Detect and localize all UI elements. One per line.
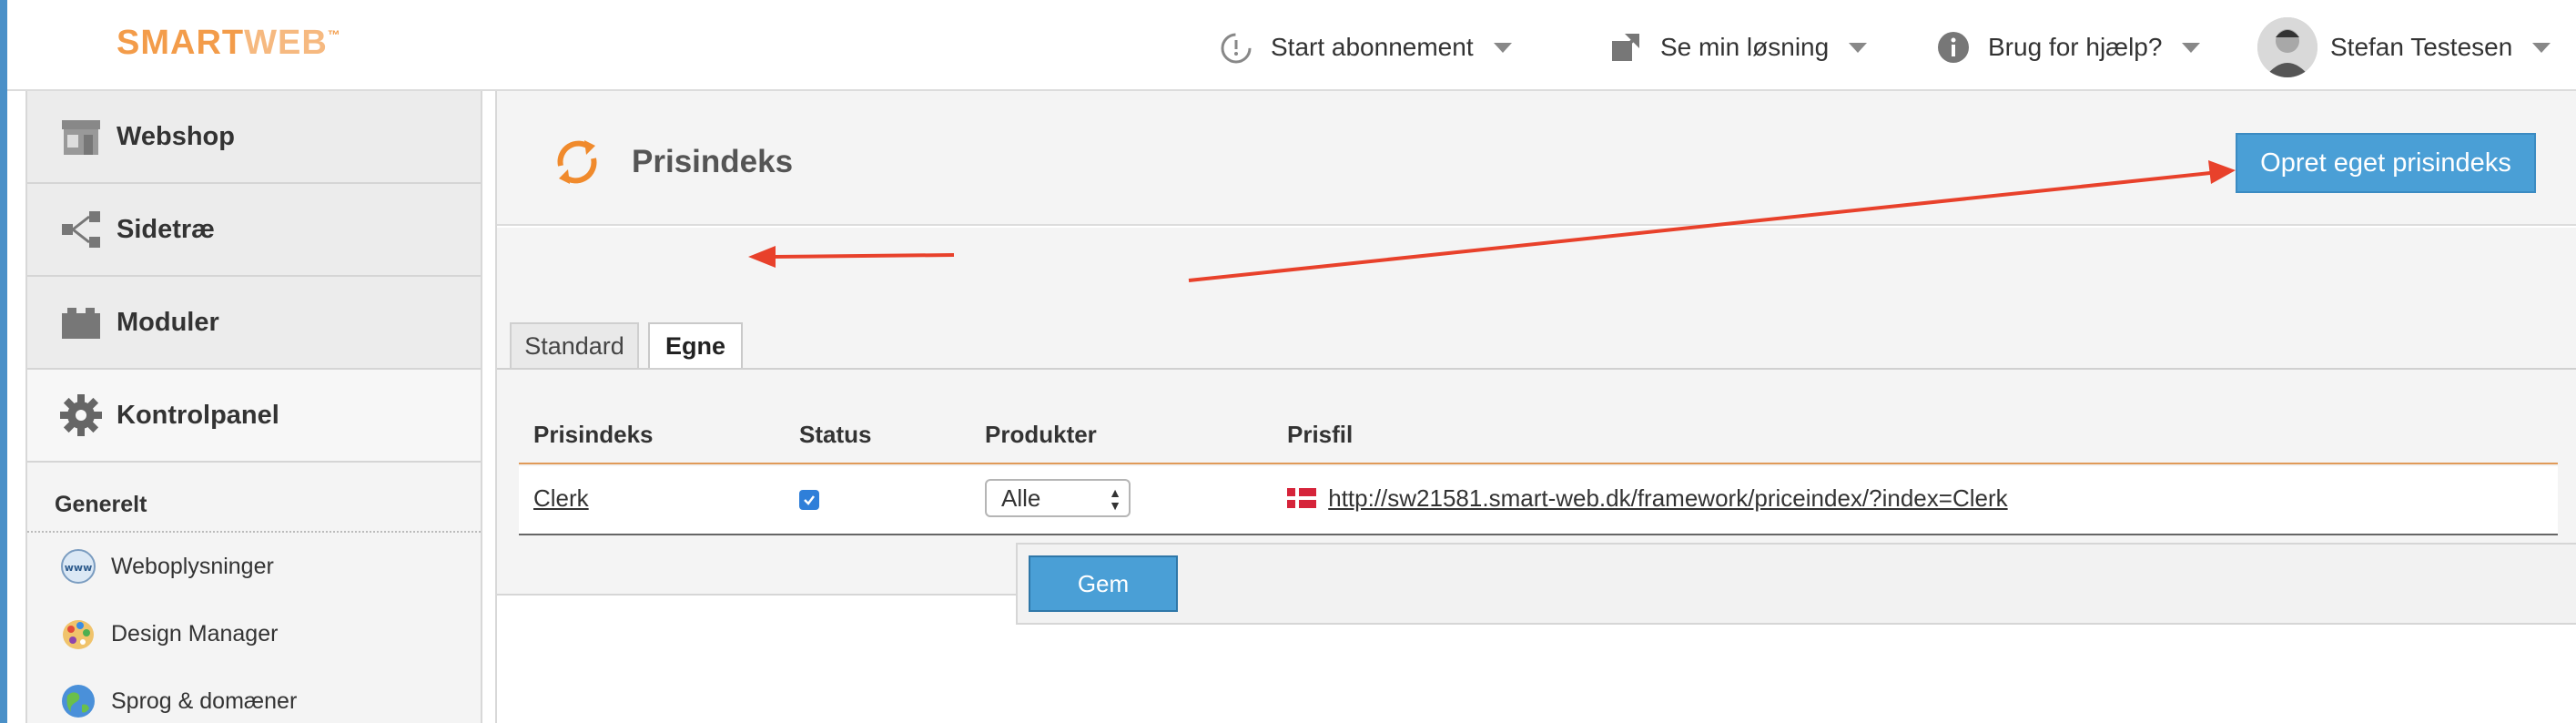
user-name: Stefan Testesen bbox=[2330, 33, 2513, 61]
sidebar-item-design-manager[interactable]: Design Manager bbox=[27, 600, 481, 667]
external-link-icon bbox=[1607, 29, 1644, 66]
checkmark-icon bbox=[799, 490, 819, 510]
sidebar-item-webshop[interactable]: Webshop bbox=[27, 91, 481, 184]
select-arrows-icon: ▲ ▼ bbox=[1109, 485, 1121, 513]
palette-icon bbox=[58, 614, 98, 654]
window-edge bbox=[0, 0, 7, 723]
column-header-produkter: Produkter bbox=[985, 421, 1097, 448]
sidebar-item-controlpanel[interactable]: Kontrolpanel bbox=[27, 370, 481, 463]
sidebar-section-title: Generelt bbox=[27, 463, 481, 533]
tab-egne[interactable]: Egne bbox=[648, 322, 743, 368]
products-select-value: Alle bbox=[1001, 484, 1041, 512]
save-button[interactable]: Gem bbox=[1029, 555, 1178, 612]
sidebar-item-languages-domains[interactable]: Sprog & domæner bbox=[27, 667, 481, 723]
cell-prisfil: http://sw21581.smart-web.dk/framework/pr… bbox=[1287, 484, 2008, 514]
timer-icon bbox=[1218, 29, 1254, 66]
svg-text:www: www bbox=[65, 562, 93, 574]
sidebar-item-sitetree[interactable]: Sidetræ bbox=[27, 184, 481, 277]
refresh-icon bbox=[548, 133, 606, 191]
sidebar-item-weboplysninger[interactable]: www Weboplysninger bbox=[27, 533, 481, 600]
sidebar-sub-label: Weboplysninger bbox=[111, 553, 274, 579]
sidebar: Webshop Sidetræ Moduler Kontrolpanel Gen… bbox=[25, 91, 482, 723]
sidebar-item-modules[interactable]: Moduler bbox=[27, 277, 481, 370]
globe-icon bbox=[58, 681, 98, 721]
start-subscription-label: Start abonnement bbox=[1271, 33, 1474, 61]
chevron-down-icon bbox=[1493, 42, 1512, 53]
help-label: Brug for hjælp? bbox=[1988, 33, 2163, 61]
cell-prisindeks: Clerk bbox=[533, 484, 589, 513]
danish-flag-icon bbox=[1287, 486, 1316, 514]
sidebar-item-label: Webshop bbox=[117, 121, 235, 151]
www-icon: www bbox=[58, 546, 98, 586]
create-priceindex-button[interactable]: Opret eget prisindeks bbox=[2236, 133, 2536, 193]
chevron-down-icon bbox=[2182, 42, 2201, 53]
status-checkbox[interactable] bbox=[799, 490, 819, 510]
sidebar-item-label: Kontrolpanel bbox=[117, 400, 279, 430]
top-bar: SMARTWEB™ Start abonnement Se min løsnin… bbox=[7, 0, 2576, 91]
view-solution-menu[interactable]: Se min løsning bbox=[1607, 27, 1868, 67]
column-header-prisfil: Prisfil bbox=[1287, 421, 1354, 448]
column-header-prisindeks: Prisindeks bbox=[533, 421, 654, 448]
sidebar-item-label: Sidetræ bbox=[117, 214, 215, 244]
logo-part-web: WEB bbox=[244, 24, 328, 62]
info-icon bbox=[1935, 29, 1972, 66]
logo-trademark: ™ bbox=[327, 27, 341, 42]
logo-part-smart: SMART bbox=[117, 24, 245, 62]
sitetree-icon bbox=[56, 205, 106, 254]
modules-icon bbox=[56, 298, 106, 347]
price-file-link[interactable]: http://sw21581.smart-web.dk/framework/pr… bbox=[1328, 484, 2007, 512]
store-icon bbox=[56, 112, 106, 161]
products-select[interactable]: Alle ▲ ▼ bbox=[985, 479, 1131, 517]
main-content: Prisindeks Opret eget prisindeks Standar… bbox=[495, 91, 2576, 723]
user-menu[interactable]: Stefan Testesen bbox=[2257, 16, 2551, 78]
view-solution-label: Se min løsning bbox=[1660, 33, 1830, 61]
smartweb-logo[interactable]: SMARTWEB™ bbox=[117, 24, 341, 63]
table-header: Prisindeks Status Produkter Prisfil bbox=[519, 370, 2558, 464]
page-header: Prisindeks Opret eget prisindeks bbox=[497, 91, 2576, 226]
tab-standard[interactable]: Standard bbox=[510, 322, 639, 368]
table-row: Clerk Alle ▲ ▼ http://sw21581.smart-web.d… bbox=[519, 466, 2558, 535]
column-header-status: Status bbox=[799, 421, 872, 448]
tabs-bar: Standard Egne bbox=[497, 228, 2576, 368]
sidebar-sub-label: Design Manager bbox=[111, 620, 279, 647]
sidebar-item-label: Moduler bbox=[117, 307, 219, 337]
avatar bbox=[2257, 17, 2317, 77]
gear-icon bbox=[56, 391, 106, 440]
help-menu[interactable]: Brug for hjælp? bbox=[1935, 27, 2201, 67]
sidebar-sub-label: Sprog & domæner bbox=[111, 687, 298, 714]
page-title: Prisindeks bbox=[632, 144, 794, 179]
priceindex-name-link[interactable]: Clerk bbox=[533, 484, 589, 512]
start-subscription-menu[interactable]: Start abonnement bbox=[1218, 27, 1512, 67]
chevron-down-icon bbox=[2532, 42, 2551, 53]
chevron-down-icon bbox=[1849, 42, 1868, 53]
save-panel: Gem bbox=[1016, 543, 2576, 625]
